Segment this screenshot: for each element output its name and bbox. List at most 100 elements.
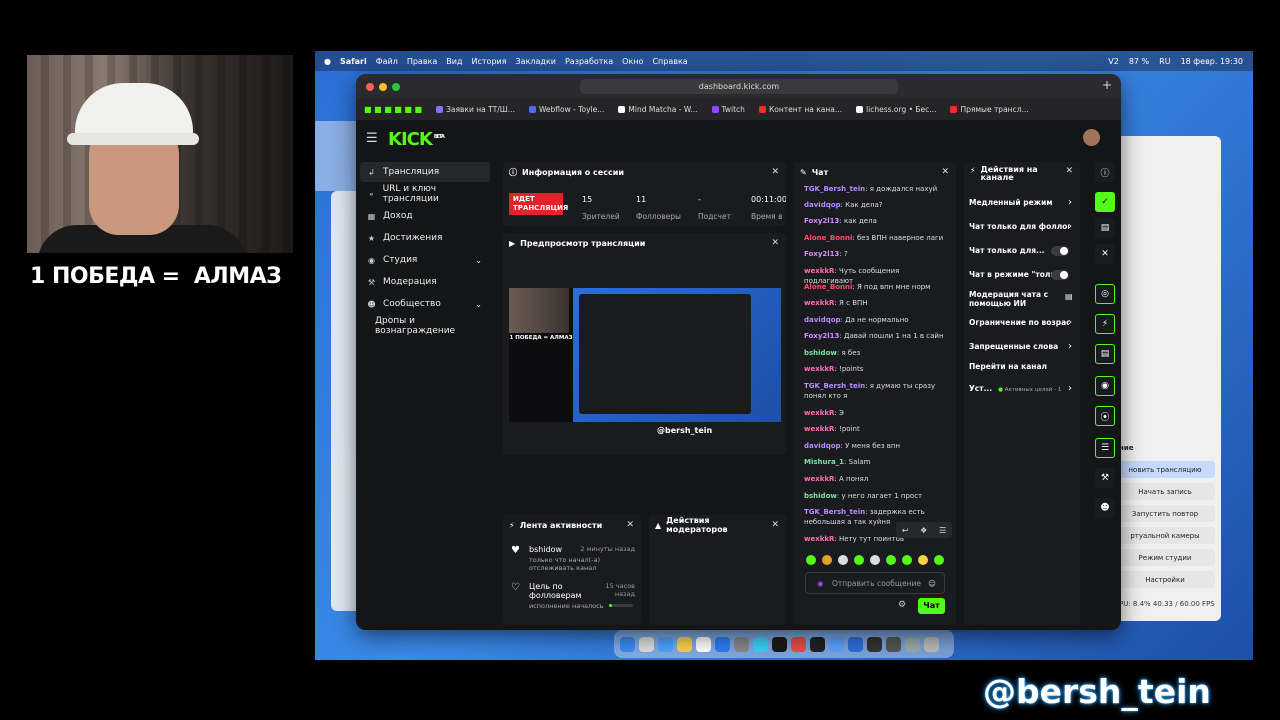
menu-item[interactable]: Окно xyxy=(622,57,643,66)
v2-status[interactable]: V2 xyxy=(1108,57,1119,66)
chat-username[interactable]: wexkkR xyxy=(804,409,834,417)
sidebar-item-drops[interactable]: Дропы и вознаграждение xyxy=(360,316,490,336)
minimize-window-button[interactable] xyxy=(379,83,387,91)
chat-username[interactable]: wexkkR xyxy=(804,535,834,543)
browser-tab[interactable]: Mind Matcha - W... xyxy=(618,105,698,114)
appstore-icon[interactable] xyxy=(715,636,730,652)
app-icon[interactable] xyxy=(848,636,863,652)
notes-icon[interactable] xyxy=(677,636,692,652)
new-tab-button[interactable]: + xyxy=(1102,78,1112,92)
chat-message[interactable]: bshidow: я без xyxy=(804,348,950,358)
lightning-icon[interactable]: ⚡ xyxy=(1095,314,1115,334)
lang-status[interactable]: RU xyxy=(1159,57,1170,66)
close-icon[interactable]: ✕ xyxy=(771,238,779,248)
people-icon[interactable]: ☻ xyxy=(1095,498,1115,518)
calendar-icon[interactable] xyxy=(696,636,711,652)
chat-message[interactable]: Alone_Bonni: Я под впн мне норм xyxy=(804,282,950,292)
emote-icon[interactable] xyxy=(886,555,896,565)
action-subscribers-only[interactable]: Чат только для... xyxy=(969,246,1075,256)
layout-icon[interactable]: ▤ xyxy=(1095,218,1115,238)
app-icon[interactable] xyxy=(905,636,920,652)
kick-logo[interactable]: KICK BETA xyxy=(388,129,445,150)
emoji-icon[interactable]: ☺ xyxy=(928,579,936,588)
chat-message[interactable]: Mishura_1: Salam xyxy=(804,457,950,467)
chat-message[interactable]: wexkkR: А понял xyxy=(804,474,950,484)
chat-message[interactable]: Alone_Bonni: без ВПН наверное лаги xyxy=(804,233,950,243)
toggle-switch[interactable] xyxy=(1051,246,1069,256)
address-bar[interactable]: dashboard.kick.com xyxy=(580,79,898,94)
trash-icon[interactable] xyxy=(924,636,939,652)
emote-icon[interactable] xyxy=(934,555,944,565)
sidebar-item-broadcast[interactable]: ↲ Трансляция xyxy=(360,162,490,182)
obs-settings-button[interactable]: Настройки xyxy=(1115,571,1215,588)
menu-item[interactable]: Справка xyxy=(652,57,687,66)
apple-icon[interactable]: ● xyxy=(324,57,331,66)
chat-message[interactable]: wexkkR: !points xyxy=(804,364,950,374)
menu-app[interactable]: Safari xyxy=(340,57,367,66)
emote-icon[interactable] xyxy=(918,555,928,565)
chat-message[interactable]: davidqop: Да не нормально xyxy=(804,315,950,325)
emote-icon[interactable] xyxy=(822,555,832,565)
chat-username[interactable]: TGK_Bersh_tein xyxy=(804,185,865,193)
menu-item[interactable]: Разработка xyxy=(565,57,613,66)
close-icon[interactable]: ✕ xyxy=(771,520,779,530)
camera-icon[interactable]: ◎ xyxy=(1095,284,1115,304)
chat-username[interactable]: wexkkR xyxy=(804,267,834,275)
browser-tab[interactable]: Twitch xyxy=(711,105,745,114)
action-goals[interactable]: Уст... ● Активных целей - 1 › xyxy=(969,384,1075,395)
chat-username[interactable]: Foxy2l13 xyxy=(804,217,839,225)
chat-username[interactable]: Alone_Bonni xyxy=(804,234,852,242)
broadcast-icon[interactable]: ⦿ xyxy=(1095,406,1115,426)
close-icon[interactable]: ✕ xyxy=(941,167,949,177)
stream-preview[interactable]: 1 ПОБЕДА = АЛМАЗ @bersh_tein xyxy=(509,288,781,435)
info-icon[interactable]: ⓘ xyxy=(1095,162,1115,182)
close-icon[interactable]: ✕ xyxy=(771,167,779,177)
obs-replay-button[interactable]: Запустить повтор xyxy=(1115,505,1215,522)
finder-icon[interactable] xyxy=(620,636,635,652)
obs-stream-button[interactable]: новить трансляцию xyxy=(1115,461,1215,478)
zoom-window-button[interactable] xyxy=(392,83,400,91)
chat-message[interactable]: TGK_Bersh_tein: я дождался нахуй xyxy=(804,184,950,194)
browser-tab[interactable]: Заявки на ТТ/Ш... xyxy=(436,105,515,114)
chat-message[interactable]: TGK_Bersh_tein: я думаю ты сразу понял к… xyxy=(804,381,950,401)
terminal-icon[interactable] xyxy=(886,636,901,652)
chat-message[interactable]: davidqop: Как дела? xyxy=(804,200,950,210)
emote-icon[interactable] xyxy=(854,555,864,565)
battery-status[interactable]: 87 % xyxy=(1129,57,1149,66)
action-go-to-channel[interactable]: Перейти на канал xyxy=(969,362,1075,371)
chat-username[interactable]: bshidow xyxy=(804,492,837,500)
chat-username[interactable]: davidqop xyxy=(804,442,841,450)
chat-username[interactable]: Foxy2l13 xyxy=(804,332,839,340)
sidebar-item-studio[interactable]: ◉ Студия ⌄ xyxy=(360,250,490,270)
gear-icon[interactable]: ⚙ xyxy=(898,600,906,610)
pinned-tabs[interactable]: ■ ■ ■ ■ ■ ■ xyxy=(364,105,422,114)
pin-icon[interactable]: ❖ xyxy=(920,526,927,535)
chat-username[interactable]: wexkkR xyxy=(804,299,834,307)
chat-message[interactable]: wexkkR: Я с ВПН xyxy=(804,298,950,308)
check-icon[interactable]: ✓ xyxy=(1095,192,1115,212)
clock[interactable]: 18 февр. 19:30 xyxy=(1181,57,1243,66)
obs-record-button[interactable]: Начать запись xyxy=(1115,483,1215,500)
chat-username[interactable]: wexkkR xyxy=(804,365,834,373)
avatar[interactable] xyxy=(1083,129,1100,146)
chat-username[interactable]: Mishura_1 xyxy=(804,458,844,466)
obs-icon[interactable] xyxy=(867,636,882,652)
list-icon[interactable]: ☰ xyxy=(1095,438,1115,458)
menu-icon[interactable]: ☰ xyxy=(366,131,378,146)
action-age-restriction[interactable]: Ограничение по возрасту xyxy=(969,318,1069,327)
chat-username[interactable]: davidqop xyxy=(804,201,841,209)
action-emote-only[interactable]: Чат в режиме "толь... xyxy=(969,270,1075,280)
menu-item[interactable]: Вид xyxy=(446,57,462,66)
menu-item[interactable]: Закладки xyxy=(516,57,556,66)
menu-item[interactable]: Файл xyxy=(376,57,398,66)
telegram-icon[interactable] xyxy=(753,636,768,652)
obs-studio-button[interactable]: Режим студии xyxy=(1115,549,1215,566)
chat-input[interactable]: ◉ Отправить сообщение ☺ xyxy=(805,572,945,594)
browser-tab[interactable]: Webflow - Toyle... xyxy=(528,105,604,114)
wrench-icon[interactable]: ⚒ xyxy=(1095,468,1115,488)
settings-icon[interactable] xyxy=(734,636,749,652)
menu-item[interactable]: История xyxy=(472,57,507,66)
sidebar-item-achievements[interactable]: ★ Достижения xyxy=(360,228,490,248)
browser-tab[interactable]: Прямые трансл... xyxy=(950,105,1029,114)
emote-icon[interactable] xyxy=(902,555,912,565)
